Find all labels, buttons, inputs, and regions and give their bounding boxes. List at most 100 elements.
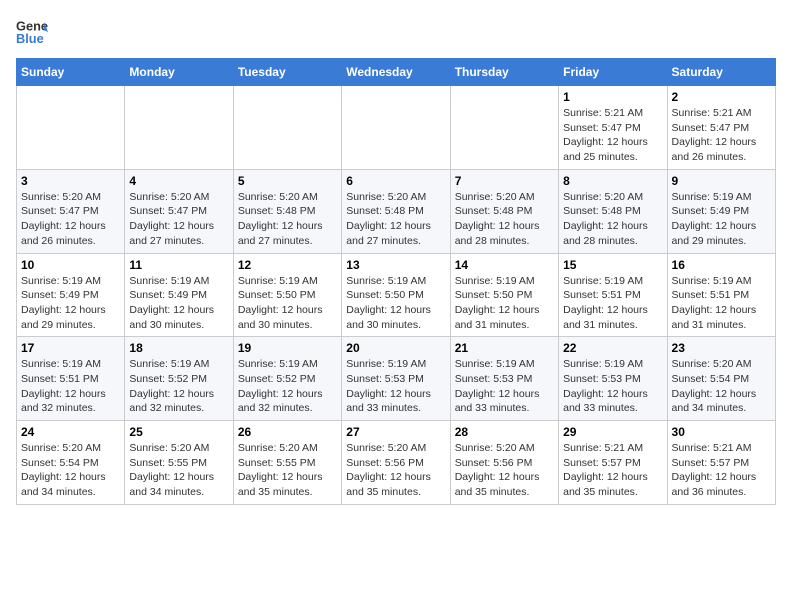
day-number-23: 23 [672,341,771,355]
day-number-4: 4 [129,174,228,188]
day-info-8: Sunrise: 5:20 AM Sunset: 5:48 PM Dayligh… [563,190,662,249]
logo: General Blue [16,16,52,48]
day-number-13: 13 [346,258,445,272]
day-info-16: Sunrise: 5:19 AM Sunset: 5:51 PM Dayligh… [672,274,771,333]
empty-cell [450,86,558,170]
day-info-29: Sunrise: 5:21 AM Sunset: 5:57 PM Dayligh… [563,441,662,500]
empty-cell [125,86,233,170]
day-cell-14: 14Sunrise: 5:19 AM Sunset: 5:50 PM Dayli… [450,253,558,337]
weekday-header-saturday: Saturday [667,59,775,86]
day-cell-1: 1 Sunrise: 5:21 AM Sunset: 5:47 PM Daylig… [559,86,667,170]
day-number-5: 5 [238,174,337,188]
week-row-3: 10 Sunrise: 5:19 AM Sunset: 5:49 PM Dayli… [17,253,776,337]
day-cell-13: 13 Sunrise: 5:19 AM Sunset: 5:50 PM Dayli… [342,253,450,337]
weekday-header-tuesday: Tuesday [233,59,341,86]
day-cell-27: 27Sunrise: 5:20 AM Sunset: 5:56 PM Dayli… [342,421,450,505]
day-number-6: 6 [346,174,445,188]
day-info-6: Sunrise: 5:20 AM Sunset: 5:48 PM Dayligh… [346,190,445,249]
day-number-17: 17 [21,341,120,355]
day-cell-6: 6 Sunrise: 5:20 AM Sunset: 5:48 PM Daylig… [342,169,450,253]
weekday-header-thursday: Thursday [450,59,558,86]
day-cell-30: 30 Sunrise: 5:21 AM Sunset: 5:57 PM Dayli… [667,421,775,505]
day-cell-18: 18 Sunrise: 5:19 AM Sunset: 5:52 PM Dayli… [125,337,233,421]
empty-cell [17,86,125,170]
day-info-11: Sunrise: 5:19 AM Sunset: 5:49 PM Dayligh… [129,274,228,333]
day-number-20: 20 [346,341,445,355]
day-cell-7: 7 Sunrise: 5:20 AM Sunset: 5:48 PM Daylig… [450,169,558,253]
day-info-30: Sunrise: 5:21 AM Sunset: 5:57 PM Dayligh… [672,441,771,500]
day-number-10: 10 [21,258,120,272]
day-info-9: Sunrise: 5:19 AM Sunset: 5:49 PM Dayligh… [672,190,771,249]
weekday-header-wednesday: Wednesday [342,59,450,86]
day-cell-3: 3Sunrise: 5:20 AM Sunset: 5:47 PM Daylig… [17,169,125,253]
day-info-28: Sunrise: 5:20 AM Sunset: 5:56 PM Dayligh… [455,441,554,500]
day-info-19: Sunrise: 5:19 AM Sunset: 5:52 PM Dayligh… [238,357,337,416]
weekday-header-friday: Friday [559,59,667,86]
day-info-7: Sunrise: 5:20 AM Sunset: 5:48 PM Dayligh… [455,190,554,249]
day-number-27: 27 [346,425,445,439]
logo-icon: General Blue [16,16,48,48]
day-cell-15: 15 Sunrise: 5:19 AM Sunset: 5:51 PM Dayli… [559,253,667,337]
day-number-26: 26 [238,425,337,439]
day-info-5: Sunrise: 5:20 AM Sunset: 5:48 PM Dayligh… [238,190,337,249]
day-cell-11: 11 Sunrise: 5:19 AM Sunset: 5:49 PM Dayli… [125,253,233,337]
day-cell-8: 8 Sunrise: 5:20 AM Sunset: 5:48 PM Daylig… [559,169,667,253]
day-info-24: Sunrise: 5:20 AM Sunset: 5:54 PM Dayligh… [21,441,120,500]
day-cell-20: 20 Sunrise: 5:19 AM Sunset: 5:53 PM Dayli… [342,337,450,421]
day-cell-19: 19 Sunrise: 5:19 AM Sunset: 5:52 PM Dayli… [233,337,341,421]
day-number-29: 29 [563,425,662,439]
day-cell-26: 26 Sunrise: 5:20 AM Sunset: 5:55 PM Dayli… [233,421,341,505]
day-number-24: 24 [21,425,120,439]
day-info-13: Sunrise: 5:19 AM Sunset: 5:50 PM Dayligh… [346,274,445,333]
day-number-15: 15 [563,258,662,272]
day-info-26: Sunrise: 5:20 AM Sunset: 5:55 PM Dayligh… [238,441,337,500]
day-cell-2: 2Sunrise: 5:21 AM Sunset: 5:47 PM Daylig… [667,86,775,170]
day-cell-16: 16 Sunrise: 5:19 AM Sunset: 5:51 PM Dayli… [667,253,775,337]
day-number-1: 1 [563,90,662,104]
day-info-22: Sunrise: 5:19 AM Sunset: 5:53 PM Dayligh… [563,357,662,416]
day-info-1: Sunrise: 5:21 AM Sunset: 5:47 PM Dayligh… [563,106,662,165]
day-cell-10: 10 Sunrise: 5:19 AM Sunset: 5:49 PM Dayli… [17,253,125,337]
day-info-21: Sunrise: 5:19 AM Sunset: 5:53 PM Dayligh… [455,357,554,416]
day-number-25: 25 [129,425,228,439]
day-cell-9: 9Sunrise: 5:19 AM Sunset: 5:49 PM Daylig… [667,169,775,253]
day-number-3: 3 [21,174,120,188]
day-cell-22: 22 Sunrise: 5:19 AM Sunset: 5:53 PM Dayli… [559,337,667,421]
weekday-header-row: SundayMondayTuesdayWednesdayThursdayFrid… [17,59,776,86]
week-row-5: 24 Sunrise: 5:20 AM Sunset: 5:54 PM Dayli… [17,421,776,505]
day-number-21: 21 [455,341,554,355]
day-info-18: Sunrise: 5:19 AM Sunset: 5:52 PM Dayligh… [129,357,228,416]
day-cell-23: 23 Sunrise: 5:20 AM Sunset: 5:54 PM Dayli… [667,337,775,421]
day-number-16: 16 [672,258,771,272]
day-number-22: 22 [563,341,662,355]
day-info-25: Sunrise: 5:20 AM Sunset: 5:55 PM Dayligh… [129,441,228,500]
week-row-2: 3 Sunrise: 5:20 AM Sunset: 5:47 PM Daylig… [17,169,776,253]
page-header: General Blue [16,16,776,48]
day-cell-4: 4 Sunrise: 5:20 AM Sunset: 5:47 PM Daylig… [125,169,233,253]
calendar-table: SundayMondayTuesdayWednesdayThursdayFrid… [16,58,776,505]
day-number-7: 7 [455,174,554,188]
day-number-19: 19 [238,341,337,355]
day-cell-24: 24 Sunrise: 5:20 AM Sunset: 5:54 PM Dayli… [17,421,125,505]
day-info-2: Sunrise: 5:21 AM Sunset: 5:47 PM Dayligh… [672,106,771,165]
day-info-23: Sunrise: 5:20 AM Sunset: 5:54 PM Dayligh… [672,357,771,416]
day-info-10: Sunrise: 5:19 AM Sunset: 5:49 PM Dayligh… [21,274,120,333]
day-cell-29: 29 Sunrise: 5:21 AM Sunset: 5:57 PM Dayli… [559,421,667,505]
week-row-4: 17Sunrise: 5:19 AM Sunset: 5:51 PM Dayli… [17,337,776,421]
day-info-12: Sunrise: 5:19 AM Sunset: 5:50 PM Dayligh… [238,274,337,333]
day-cell-12: 12Sunrise: 5:19 AM Sunset: 5:50 PM Dayli… [233,253,341,337]
day-info-4: Sunrise: 5:20 AM Sunset: 5:47 PM Dayligh… [129,190,228,249]
weekday-header-sunday: Sunday [17,59,125,86]
day-info-14: Sunrise: 5:19 AM Sunset: 5:50 PM Dayligh… [455,274,554,333]
day-info-15: Sunrise: 5:19 AM Sunset: 5:51 PM Dayligh… [563,274,662,333]
day-number-8: 8 [563,174,662,188]
day-cell-25: 25 Sunrise: 5:20 AM Sunset: 5:55 PM Dayli… [125,421,233,505]
day-number-11: 11 [129,258,228,272]
day-number-18: 18 [129,341,228,355]
day-number-30: 30 [672,425,771,439]
svg-text:Blue: Blue [16,31,44,46]
weekday-header-monday: Monday [125,59,233,86]
empty-cell [342,86,450,170]
day-info-20: Sunrise: 5:19 AM Sunset: 5:53 PM Dayligh… [346,357,445,416]
day-cell-28: 28Sunrise: 5:20 AM Sunset: 5:56 PM Dayli… [450,421,558,505]
